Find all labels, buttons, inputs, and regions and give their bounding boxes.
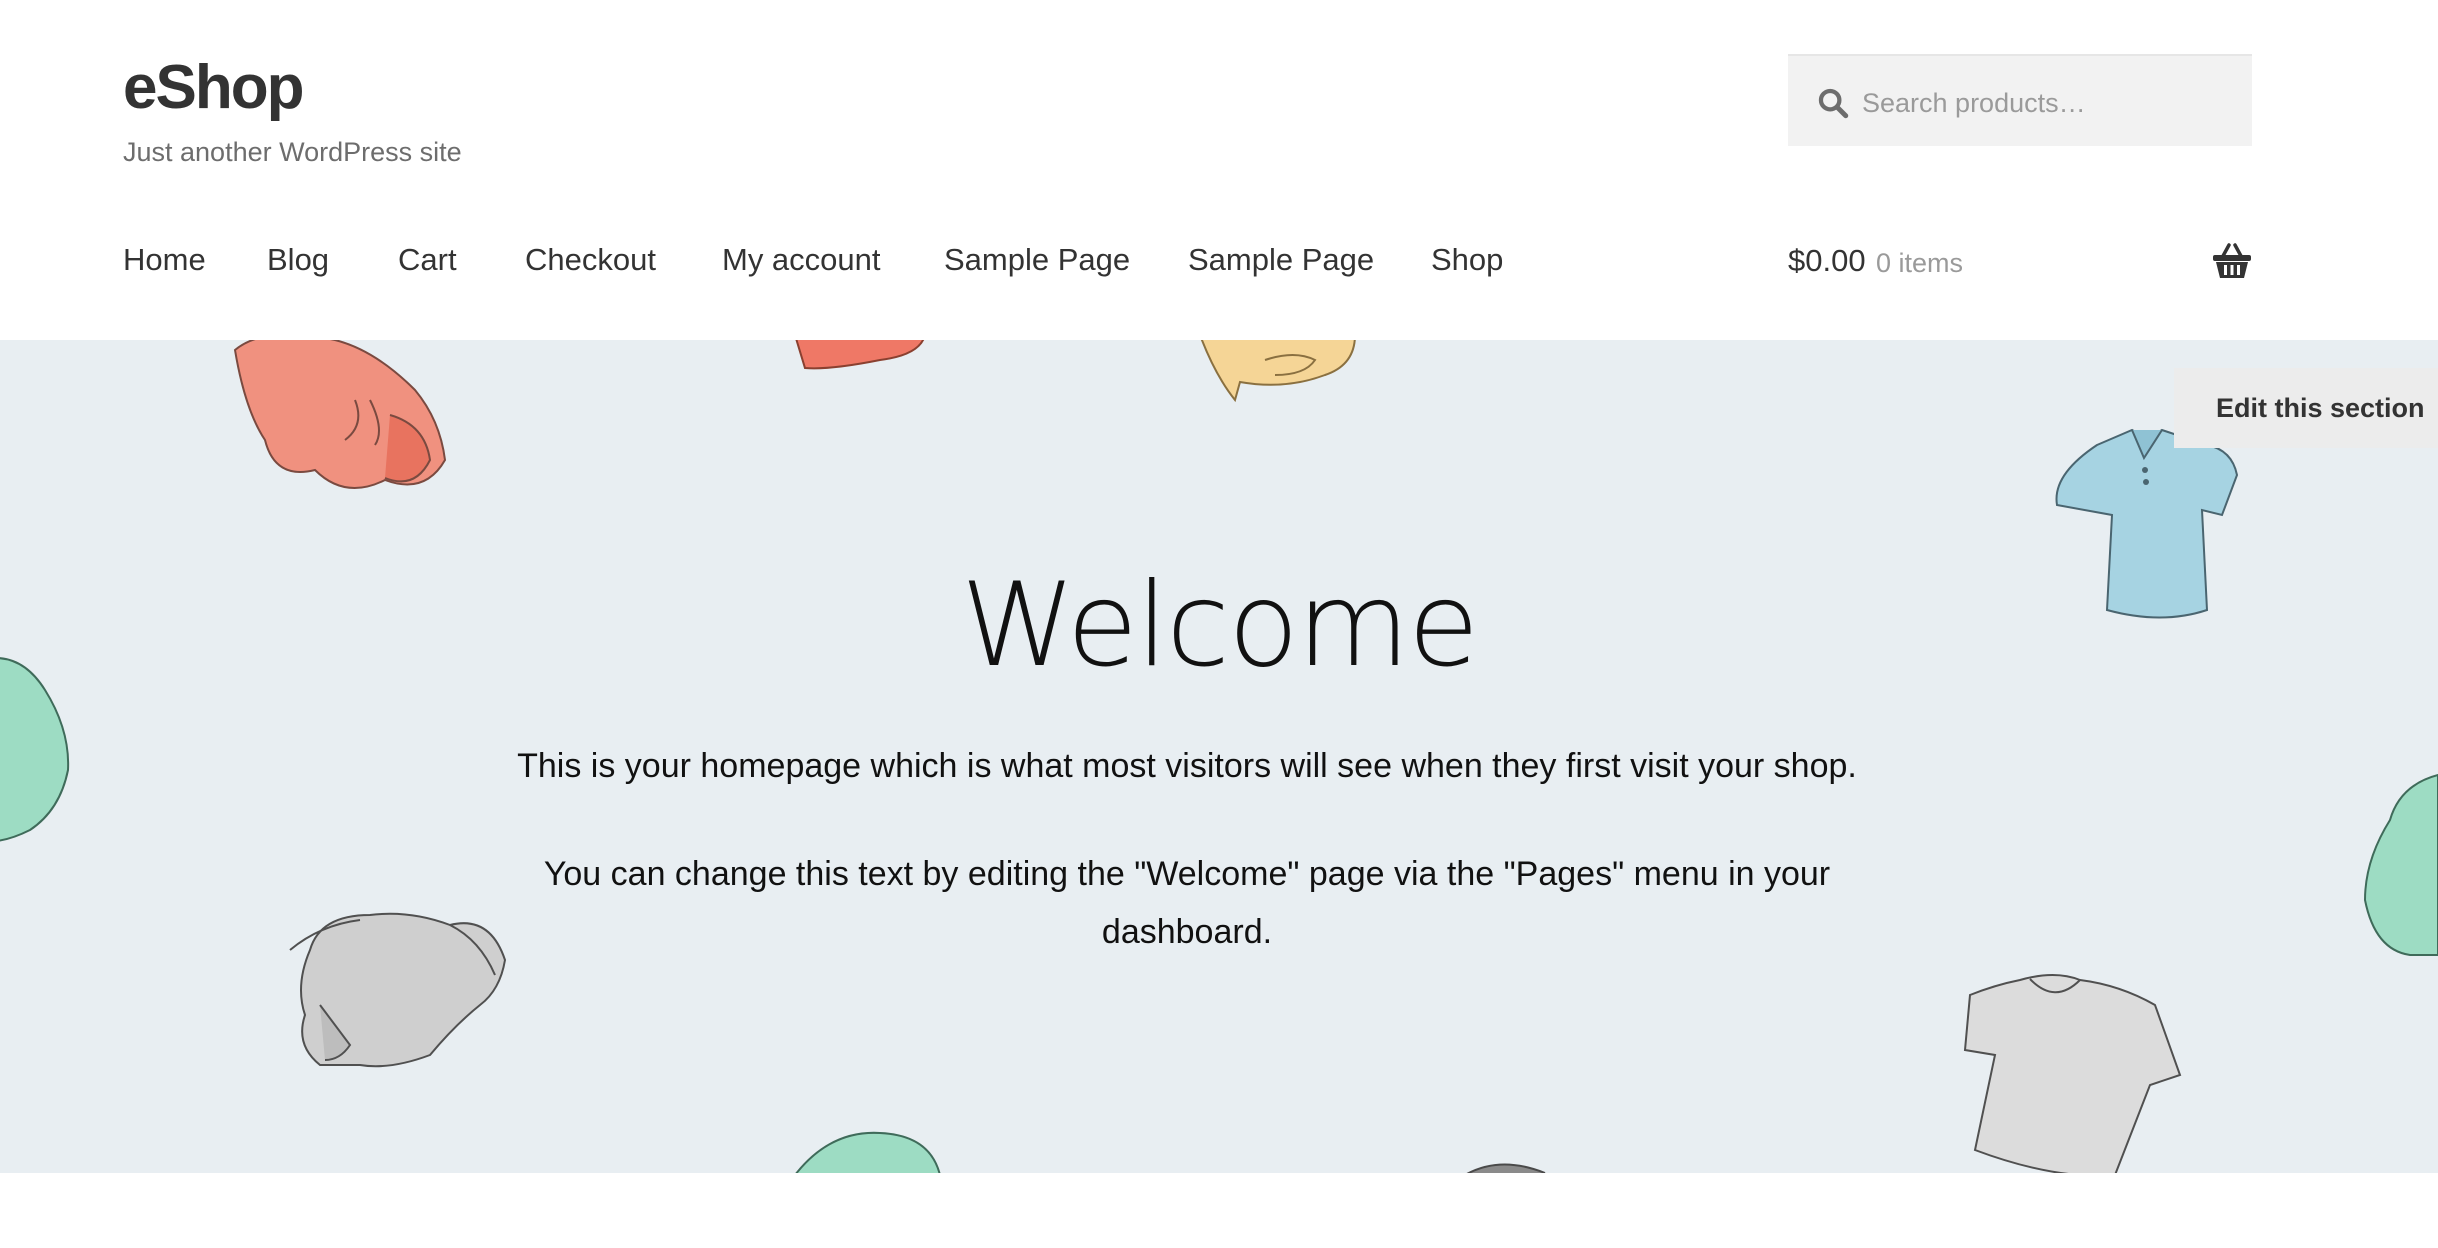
nav-item-sample-page-2[interactable]: Sample Page xyxy=(1188,242,1374,278)
hero-title: Welcome xyxy=(960,558,1480,693)
cart-item-count[interactable]: 0 items xyxy=(1876,248,1963,279)
nav-item-blog[interactable]: Blog xyxy=(267,242,329,278)
cart-total[interactable]: $0.00 xyxy=(1788,243,1866,279)
basket-icon[interactable] xyxy=(2212,242,2252,280)
hero-paragraph: This is your homepage which is what most… xyxy=(517,747,1857,785)
hero-paragraph: You can change this text by editing the … xyxy=(543,855,1831,951)
nav-item-cart[interactable]: Cart xyxy=(398,242,457,278)
hoodie-grey-illustration xyxy=(289,912,507,1068)
tshirt-grey-illustration xyxy=(1963,974,2182,1173)
page: eShop Just another WordPress site Home B… xyxy=(0,0,2438,1248)
nav-item-checkout[interactable]: Checkout xyxy=(525,242,656,278)
shirt-yellow-illustration xyxy=(1200,340,1356,403)
edit-section-button[interactable]: Edit this section xyxy=(2174,368,2438,448)
shirt-red-illustration xyxy=(795,340,925,370)
nav-item-my-account[interactable]: My account xyxy=(722,242,881,278)
hoodie-mint-right-illustration xyxy=(2363,773,2438,956)
nav-item-shop[interactable]: Shop xyxy=(1431,242,1503,278)
hero-section: Welcome This is your homepage which is w… xyxy=(0,340,2438,1173)
nav-item-sample-page[interactable]: Sample Page xyxy=(944,242,1130,278)
nav-item-home[interactable]: Home xyxy=(123,242,206,278)
hoodie-coral-illustration xyxy=(233,340,447,489)
search-icon xyxy=(1818,88,1849,119)
site-tagline: Just another WordPress site xyxy=(123,137,462,167)
garment-dark-illustration xyxy=(1466,1163,1546,1173)
site-title[interactable]: eShop xyxy=(123,52,304,123)
search-input[interactable] xyxy=(1860,74,2234,132)
hoodie-mint-bottom-illustration xyxy=(795,1131,941,1173)
search-box xyxy=(1788,54,2252,146)
